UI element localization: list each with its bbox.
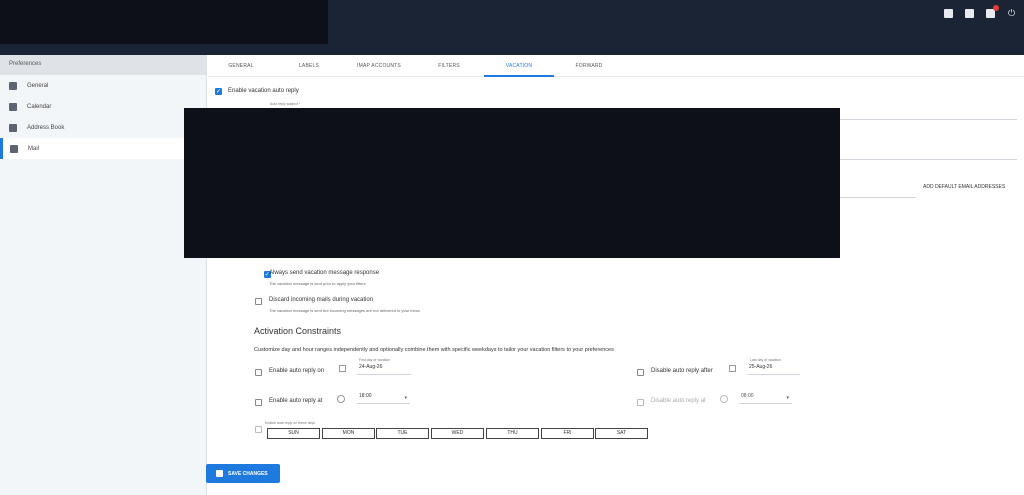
sidebar-item-label: Address Book: [27, 124, 65, 131]
sidebar-title: Preferences: [0, 55, 206, 75]
tab-filters[interactable]: FILTERS: [414, 55, 484, 76]
first-day-label: First day of vacation: [359, 358, 391, 362]
address-book-icon: [9, 123, 17, 132]
first-day-input[interactable]: 24-Aug-26: [357, 364, 411, 375]
disable-at-value: 08:00: [741, 393, 754, 399]
chevron-down-icon: ▾: [404, 395, 407, 401]
enable-at-select[interactable]: 18:00 ▾: [357, 393, 410, 404]
mail-icon: [10, 144, 18, 153]
last-day-input[interactable]: 25-Aug-26: [747, 364, 800, 375]
first-day-value: 24-Aug-26: [359, 364, 383, 370]
disable-at-checkbox[interactable]: [637, 399, 644, 406]
calendar-icon[interactable]: [944, 9, 953, 18]
always-send-label: Always send vacation message response: [269, 270, 380, 276]
discard-checkbox[interactable]: [255, 298, 262, 305]
calendar-icon: [729, 365, 736, 372]
redacted-area: [0, 0, 328, 44]
always-send-help: The vacation message is sent prior to ap…: [269, 281, 366, 286]
disable-at-select[interactable]: 08:00 ▾: [739, 393, 792, 404]
day-wed-button[interactable]: WED: [431, 428, 484, 439]
day-fri-button[interactable]: FRI: [541, 428, 594, 439]
save-changes-label: SAVE CHANGES: [228, 470, 268, 477]
day-sat-button[interactable]: SAT: [595, 428, 648, 439]
contacts-icon[interactable]: [965, 9, 974, 18]
day-sun-button[interactable]: SUN: [267, 428, 320, 439]
sidebar-item-calendar[interactable]: Calendar: [0, 96, 206, 117]
sidebar-item-label: Calendar: [27, 103, 52, 110]
day-tue-button[interactable]: TUE: [376, 428, 429, 439]
enable-at-checkbox[interactable]: [255, 399, 262, 406]
disable-at-label: Disable auto reply at: [651, 398, 706, 404]
tab-imap-accounts[interactable]: IMAP ACCOUNTS: [344, 55, 414, 76]
disable-after-checkbox[interactable]: [637, 369, 644, 376]
last-day-value: 25-Aug-26: [749, 364, 773, 370]
days-checkbox[interactable]: [255, 426, 262, 433]
day-mon-button[interactable]: MON: [322, 428, 375, 439]
gear-icon: [9, 81, 17, 90]
sidebar-item-label: Mail: [28, 145, 40, 152]
disable-after-label: Disable auto reply after: [651, 368, 713, 374]
discard-help: The vacation message is sent but incomin…: [269, 308, 420, 313]
add-default-email-button[interactable]: ADD DEFAULT EMAIL ADDRESSES: [923, 184, 1005, 190]
enable-on-checkbox[interactable]: [255, 369, 262, 376]
topbar-icons: ⏻: [944, 5, 1016, 18]
discard-label: Discard incoming mails during vacation: [269, 297, 374, 303]
redacted-area: [184, 108, 840, 258]
sidebar: Preferences General Calendar Address Boo…: [0, 55, 207, 495]
tab-bar: GENERAL LABELS IMAP ACCOUNTS FILTERS VAC…: [208, 55, 1024, 77]
calendar-icon: [9, 102, 17, 111]
day-thu-button[interactable]: THU: [486, 428, 539, 439]
constraints-title: Activation Constraints: [254, 326, 342, 336]
constraints-description: Customize day and hour ranges independen…: [254, 347, 614, 353]
enable-at-label: Enable auto reply at: [269, 398, 323, 404]
chevron-down-icon: ▾: [786, 395, 789, 401]
tab-forward[interactable]: FORWARD: [554, 55, 624, 76]
sidebar-item-mail[interactable]: Mail: [0, 138, 206, 159]
save-changes-button[interactable]: SAVE CHANGES: [206, 464, 280, 483]
tab-vacation[interactable]: VACATION: [484, 55, 554, 77]
enable-vacation-checkbox[interactable]: [215, 88, 222, 95]
enable-vacation-label: Enable vacation auto reply: [228, 88, 299, 94]
clock-icon: [337, 395, 345, 403]
subject-field-label: Auto reply subject *: [270, 102, 301, 106]
save-icon: [216, 470, 223, 477]
days-label: Enable auto reply on these days: [265, 421, 316, 425]
tab-general[interactable]: GENERAL: [208, 55, 274, 76]
enable-at-value: 18:00: [359, 393, 372, 399]
calendar-icon: [339, 365, 346, 372]
mail-icon[interactable]: [986, 5, 999, 18]
sidebar-item-address-book[interactable]: Address Book: [0, 117, 206, 138]
sidebar-item-general[interactable]: General: [0, 75, 206, 96]
clock-icon: [720, 395, 728, 403]
sidebar-item-label: General: [27, 82, 49, 89]
enable-on-label: Enable auto reply on: [269, 368, 325, 374]
power-icon[interactable]: ⏻: [1007, 9, 1016, 18]
tab-labels[interactable]: LABELS: [274, 55, 344, 76]
last-day-label: Last day of vacation: [750, 358, 782, 362]
